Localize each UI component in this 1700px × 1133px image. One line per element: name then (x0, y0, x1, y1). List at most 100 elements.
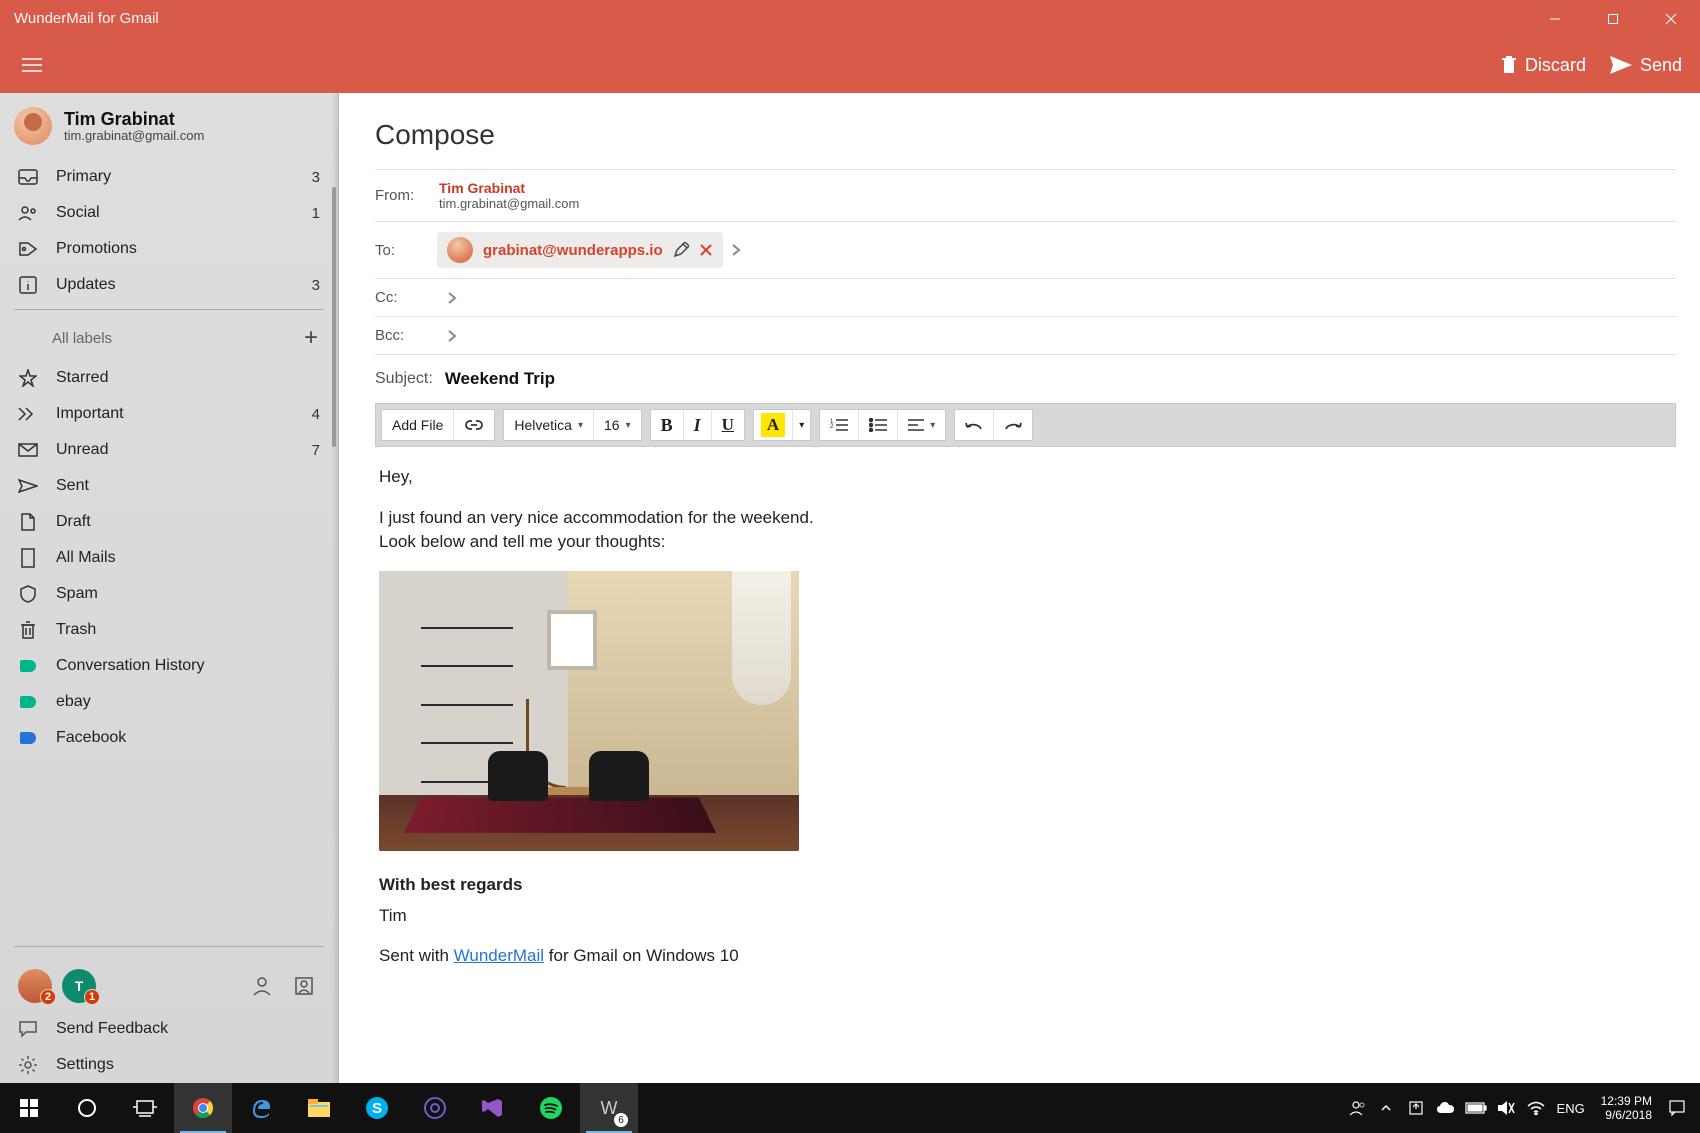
redo-button[interactable] (994, 410, 1032, 440)
sidebar-all-labels-header: All labels + (0, 316, 338, 360)
redo-icon (1004, 419, 1022, 431)
sidebar-item-updates[interactable]: Updates 3 (0, 267, 338, 303)
subject-row[interactable]: Subject: Weekend Trip (375, 354, 1676, 403)
insert-link-button[interactable] (454, 410, 494, 440)
taskbar-app-explorer[interactable] (290, 1083, 348, 1133)
remove-recipient-icon[interactable] (699, 243, 713, 257)
windows-taskbar: S W 6 ENG 12:39 PM 9/6/2018 (0, 1083, 1700, 1133)
align-icon (908, 419, 924, 431)
mail-icon (18, 440, 38, 460)
sidebar-item-facebook[interactable]: Facebook (0, 720, 338, 756)
start-button[interactable] (0, 1083, 58, 1133)
taskbar-app-unknown1[interactable] (406, 1083, 464, 1133)
accounts-manage-button[interactable] (288, 970, 320, 1002)
label-icon (18, 692, 38, 712)
send-button[interactable]: Send (1610, 55, 1682, 76)
sidebar-item-conversation-history[interactable]: Conversation History (0, 648, 338, 684)
recipient-chip[interactable]: grabinat@wunderapps.io (437, 232, 723, 268)
tray-people-icon[interactable] (1341, 1083, 1371, 1133)
subject-input[interactable]: Weekend Trip (445, 369, 555, 389)
window-close-button[interactable] (1642, 0, 1700, 37)
cortana-button[interactable] (58, 1083, 116, 1133)
sidebar-item-allmails[interactable]: All Mails (0, 540, 338, 576)
add-label-button[interactable]: + (304, 324, 322, 352)
body-sent-with: Sent with WunderMail for Gmail on Window… (379, 944, 1672, 969)
bold-button[interactable]: B (651, 410, 684, 440)
sidebar-item-promotions[interactable]: Promotions (0, 231, 338, 267)
font-size-select[interactable]: 16 (594, 410, 641, 440)
recipient-avatar (447, 237, 473, 263)
sidebar-item-settings[interactable]: Settings (0, 1047, 338, 1083)
editor-body[interactable]: Hey, I just found an very nice accommoda… (375, 447, 1676, 1003)
tray-volume-icon[interactable] (1491, 1083, 1521, 1133)
sent-icon (18, 476, 38, 496)
from-row: From: Tim Grabinat tim.grabinat@gmail.co… (375, 169, 1676, 221)
ordered-list-button[interactable]: 12 (820, 410, 859, 440)
embedded-image[interactable] (379, 571, 799, 851)
unordered-list-button[interactable] (859, 410, 898, 440)
cc-row[interactable]: Cc: (375, 278, 1676, 316)
font-family-select[interactable]: Helvetica (504, 410, 594, 440)
account-avatar (14, 107, 52, 145)
undo-icon (965, 419, 983, 431)
sidebar-item-starred[interactable]: Starred (0, 360, 338, 396)
cc-expand-button[interactable] (439, 291, 465, 305)
italic-button[interactable]: I (684, 410, 712, 440)
bcc-row[interactable]: Bcc: (375, 316, 1676, 354)
tray-expand-icon[interactable] (1371, 1083, 1401, 1133)
task-view-button[interactable] (116, 1083, 174, 1133)
sidebar-item-send-feedback[interactable]: Send Feedback (0, 1011, 338, 1047)
taskbar-app-chrome[interactable] (174, 1083, 232, 1133)
sidebar-item-sent[interactable]: Sent (0, 468, 338, 504)
window-maximize-button[interactable] (1584, 0, 1642, 37)
add-account-button[interactable] (246, 970, 278, 1002)
to-row: To: grabinat@wunderapps.io (375, 221, 1676, 278)
sidebar-item-important[interactable]: Important 4 (0, 396, 338, 432)
taskbar-app-spotify[interactable] (522, 1083, 580, 1133)
sidebar-scrollbar[interactable] (332, 187, 336, 447)
tag-icon (18, 239, 38, 259)
to-expand-button[interactable] (723, 243, 749, 257)
from-value[interactable]: Tim Grabinat tim.grabinat@gmail.com (439, 180, 579, 211)
recipient-email: grabinat@wunderapps.io (483, 242, 663, 259)
tray-update-icon[interactable] (1401, 1083, 1431, 1133)
tray-wifi-icon[interactable] (1521, 1083, 1551, 1133)
sidebar-item-primary[interactable]: Primary 3 (0, 159, 338, 195)
taskbar-app-wundermail[interactable]: W 6 (580, 1083, 638, 1133)
sidebar-item-social[interactable]: Social 1 (0, 195, 338, 231)
account-header[interactable]: Tim Grabinat tim.grabinat@gmail.com (0, 93, 338, 153)
tray-language[interactable]: ENG (1551, 1083, 1591, 1133)
discard-button[interactable]: Discard (1501, 55, 1586, 76)
tray-onedrive-icon[interactable] (1431, 1083, 1461, 1133)
sidebar-item-draft[interactable]: Draft (0, 504, 338, 540)
sidebar-item-unread[interactable]: Unread 7 (0, 432, 338, 468)
label-icon (18, 728, 38, 748)
underline-button[interactable]: U (712, 410, 744, 440)
account-switch-2[interactable]: T 1 (62, 969, 96, 1003)
text-color-dropdown[interactable]: ▾ (793, 410, 810, 440)
tray-battery-icon[interactable] (1461, 1083, 1491, 1133)
body-paragraph: I just found an very nice accommodation … (379, 506, 1672, 555)
star-icon (18, 368, 38, 388)
wundermail-link[interactable]: WunderMail (454, 946, 544, 965)
hamburger-menu-button[interactable] (22, 57, 42, 73)
sidebar-item-ebay[interactable]: ebay (0, 684, 338, 720)
taskbar-app-edge[interactable] (232, 1083, 290, 1133)
text-color-button[interactable]: A (754, 410, 793, 440)
window-controls (1526, 0, 1700, 37)
sidebar-item-trash[interactable]: Trash (0, 612, 338, 648)
tray-clock[interactable]: 12:39 PM 9/6/2018 (1591, 1094, 1662, 1123)
window-minimize-button[interactable] (1526, 0, 1584, 37)
taskbar-app-skype[interactable]: S (348, 1083, 406, 1133)
align-button[interactable] (898, 410, 945, 440)
add-file-button[interactable]: Add File (382, 410, 454, 440)
tray-action-center-icon[interactable] (1662, 1083, 1692, 1133)
body-greeting: Hey, (379, 465, 1672, 490)
sidebar-divider (14, 309, 324, 310)
undo-button[interactable] (955, 410, 994, 440)
bcc-expand-button[interactable] (439, 329, 465, 343)
taskbar-app-visualstudio[interactable] (464, 1083, 522, 1133)
edit-recipient-icon[interactable] (673, 242, 689, 258)
account-switch-1[interactable]: 2 (18, 969, 52, 1003)
sidebar-item-spam[interactable]: Spam (0, 576, 338, 612)
